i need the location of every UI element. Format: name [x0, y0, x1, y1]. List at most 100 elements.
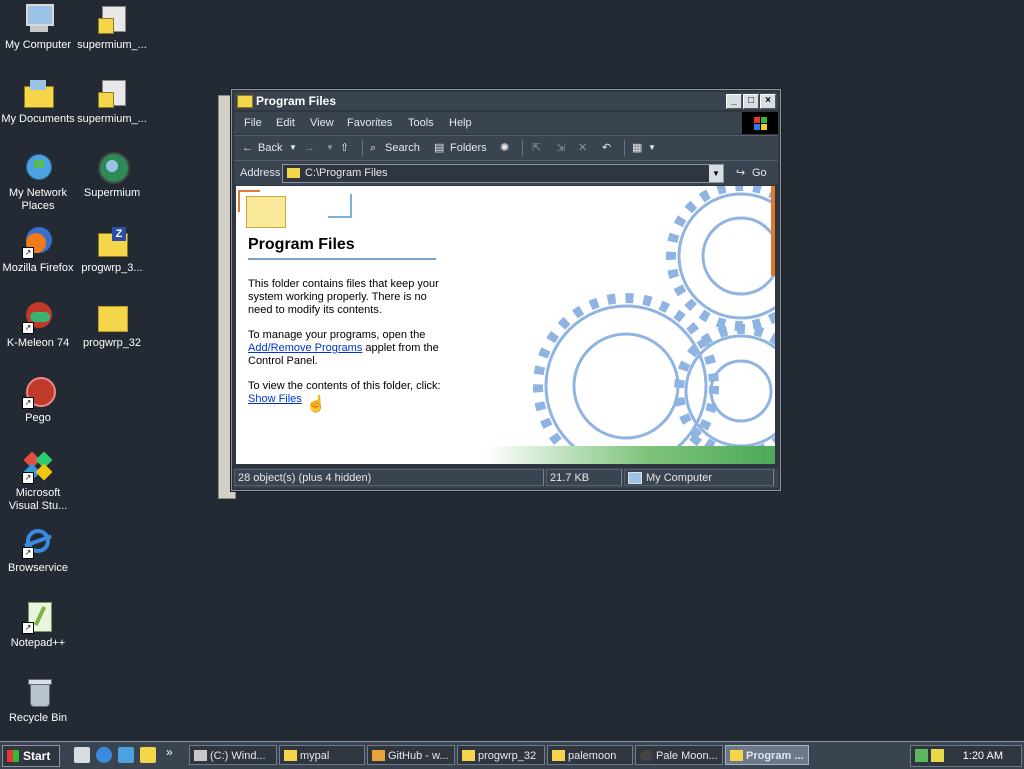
task-mypal[interactable]: mypal — [279, 745, 365, 765]
task-label: (C:) Wind... — [210, 750, 266, 762]
folder-icon — [237, 95, 253, 108]
task-palemoon[interactable]: palemoon — [547, 745, 633, 765]
menu-file[interactable]: File — [244, 112, 262, 134]
desktop-icon-label: My Documents — [1, 113, 75, 125]
shortcut-arrow-icon: ↗ — [22, 397, 34, 409]
network-tray-icon[interactable] — [915, 749, 928, 762]
desktop-icon-progwrp-32[interactable]: progwrp_32 — [74, 302, 150, 350]
folder-icon — [730, 750, 743, 761]
task-progwrp-32[interactable]: progwrp_32 — [457, 745, 545, 765]
desktop-icon-k-meleon[interactable]: ↗ K-Meleon 74 — [0, 302, 76, 350]
desktop-icon-supermium-2[interactable]: supermium_... — [74, 78, 150, 126]
clock[interactable]: 1:20 AM — [963, 746, 1003, 766]
go-arrow-icon: ↪ — [736, 167, 746, 179]
folder-icon — [96, 302, 128, 334]
desktop-icon-label: Mozilla Firefox — [2, 262, 74, 274]
search-button[interactable]: Search — [385, 136, 420, 160]
move-to-button[interactable]: ⇱ — [532, 136, 541, 160]
explorer-window: Program Files _ □ × File Edit View Favor… — [231, 89, 781, 491]
up-folder-button[interactable]: ⇧ — [340, 136, 349, 160]
outlook-express-icon[interactable] — [118, 747, 134, 763]
desktop-icon-label: K-Meleon 74 — [6, 337, 70, 349]
close-button[interactable]: × — [760, 94, 776, 109]
go-button[interactable]: Go — [752, 161, 767, 185]
window-title: Program Files — [256, 94, 337, 108]
task-pale-moon[interactable]: Pale Moon... — [635, 745, 723, 765]
decorative-corner — [238, 190, 260, 212]
menu-edit[interactable]: Edit — [276, 112, 295, 134]
heading-underline — [248, 258, 436, 260]
desktop-icon-my-computer[interactable]: My Computer — [0, 4, 76, 52]
desktop-icon-mozilla-firefox[interactable]: ↗ Mozilla Firefox — [0, 227, 76, 275]
views-button[interactable]: ▦ — [632, 136, 642, 160]
text-segment: To view the contents of this folder, cli… — [248, 380, 441, 392]
desktop-icon-visual-studio[interactable]: ↗ Microsoft Visual Stu... — [0, 451, 76, 513]
address-value: C:\Program Files — [305, 167, 388, 179]
desktop-icon-supermium[interactable]: Supermium — [74, 152, 150, 200]
desktop-icon-label: Recycle Bin — [8, 712, 68, 724]
start-button[interactable]: Start — [2, 745, 60, 767]
address-input[interactable]: C:\Program Files ▼ — [282, 164, 724, 183]
quick-launch-more[interactable]: » — [166, 745, 173, 759]
task-program-files[interactable]: Program ... — [725, 745, 809, 765]
shortcut-arrow-icon: ↗ — [22, 322, 34, 334]
network-globe-icon — [22, 152, 54, 184]
pego-icon: ↗ — [22, 377, 56, 409]
notepad-plus-plus-icon: ↗ — [22, 602, 54, 634]
show-files-link[interactable]: Show Files — [248, 393, 302, 405]
task-github[interactable]: GitHub - w... — [367, 745, 455, 765]
task-drive-c[interactable]: (C:) Wind... — [189, 745, 277, 765]
forward-dropdown-icon[interactable]: ▼ — [326, 136, 334, 160]
back-button[interactable]: Back — [258, 136, 282, 160]
installer-icon — [96, 78, 128, 110]
visual-studio-icon: ↗ — [22, 451, 54, 484]
desktop-icon-pego[interactable]: ↗ Pego — [0, 377, 76, 425]
title-bar[interactable]: Program Files _ □ × — [234, 92, 778, 110]
delete-button[interactable]: ✕ — [578, 136, 587, 160]
maximize-button[interactable]: □ — [743, 94, 759, 109]
back-dropdown-icon[interactable]: ▼ — [289, 136, 297, 160]
address-bar: Address C:\Program Files ▼ ↪ Go — [234, 160, 778, 185]
internet-explorer-icon[interactable] — [96, 747, 112, 763]
task-label: palemoon — [568, 750, 617, 762]
desktop-icon-my-documents[interactable]: My Documents — [0, 78, 76, 126]
menu-tools[interactable]: Tools — [408, 112, 434, 134]
desktop-icon-label: Notepad++ — [10, 637, 66, 649]
explorer-search-icon[interactable] — [140, 747, 156, 763]
views-dropdown-icon[interactable]: ▼ — [648, 136, 656, 160]
address-dropdown-icon[interactable]: ▼ — [709, 165, 723, 182]
k-meleon-icon: ↗ — [22, 302, 54, 334]
shortcut-arrow-icon: ↗ — [22, 247, 34, 259]
firefox-icon: ↗ — [22, 227, 54, 259]
volume-tray-icon[interactable] — [931, 749, 944, 762]
folders-button[interactable]: Folders — [450, 136, 487, 160]
decorative-squares — [328, 194, 352, 218]
back-arrow-icon: ← — [242, 142, 253, 154]
menu-help[interactable]: Help — [449, 112, 472, 134]
add-remove-programs-link[interactable]: Add/Remove Programs — [248, 342, 362, 354]
menu-favorites[interactable]: Favorites — [347, 112, 392, 134]
start-label: Start — [23, 749, 51, 763]
windows-logo-icon — [742, 112, 778, 134]
desktop-icon-progwrp-3[interactable]: Z progwrp_3... — [74, 227, 150, 275]
history-button[interactable]: ✺ — [500, 136, 509, 160]
desktop-icon-label: progwrp_32 — [82, 337, 142, 349]
desktop-icon-notepad-plus-plus[interactable]: ↗ Notepad++ — [0, 602, 76, 650]
hand-cursor-icon: ☝ — [306, 396, 326, 413]
supermium-icon — [96, 152, 130, 184]
folders-icon: ▤ — [434, 142, 445, 154]
menu-view[interactable]: View — [310, 112, 334, 134]
menu-bar: File Edit View Favorites Tools Help — [234, 112, 778, 134]
minimize-button[interactable]: _ — [726, 94, 742, 109]
desktop-icon-browservice[interactable]: ↗ Browservice — [0, 527, 76, 575]
content-heading: Program Files — [248, 236, 355, 253]
forward-button[interactable]: → — [304, 136, 315, 160]
task-label: mypal — [300, 750, 330, 762]
desktop-icon-my-network-places[interactable]: My Network Places — [0, 152, 76, 213]
shortcut-arrow-icon: ↗ — [22, 547, 34, 559]
undo-button[interactable]: ↶ — [602, 136, 611, 160]
show-desktop-icon[interactable] — [74, 747, 90, 763]
desktop-icon-supermium-1[interactable]: supermium_... — [74, 4, 150, 52]
desktop-icon-recycle-bin[interactable]: Recycle Bin — [0, 677, 76, 725]
copy-to-button[interactable]: ⇲ — [556, 136, 565, 160]
